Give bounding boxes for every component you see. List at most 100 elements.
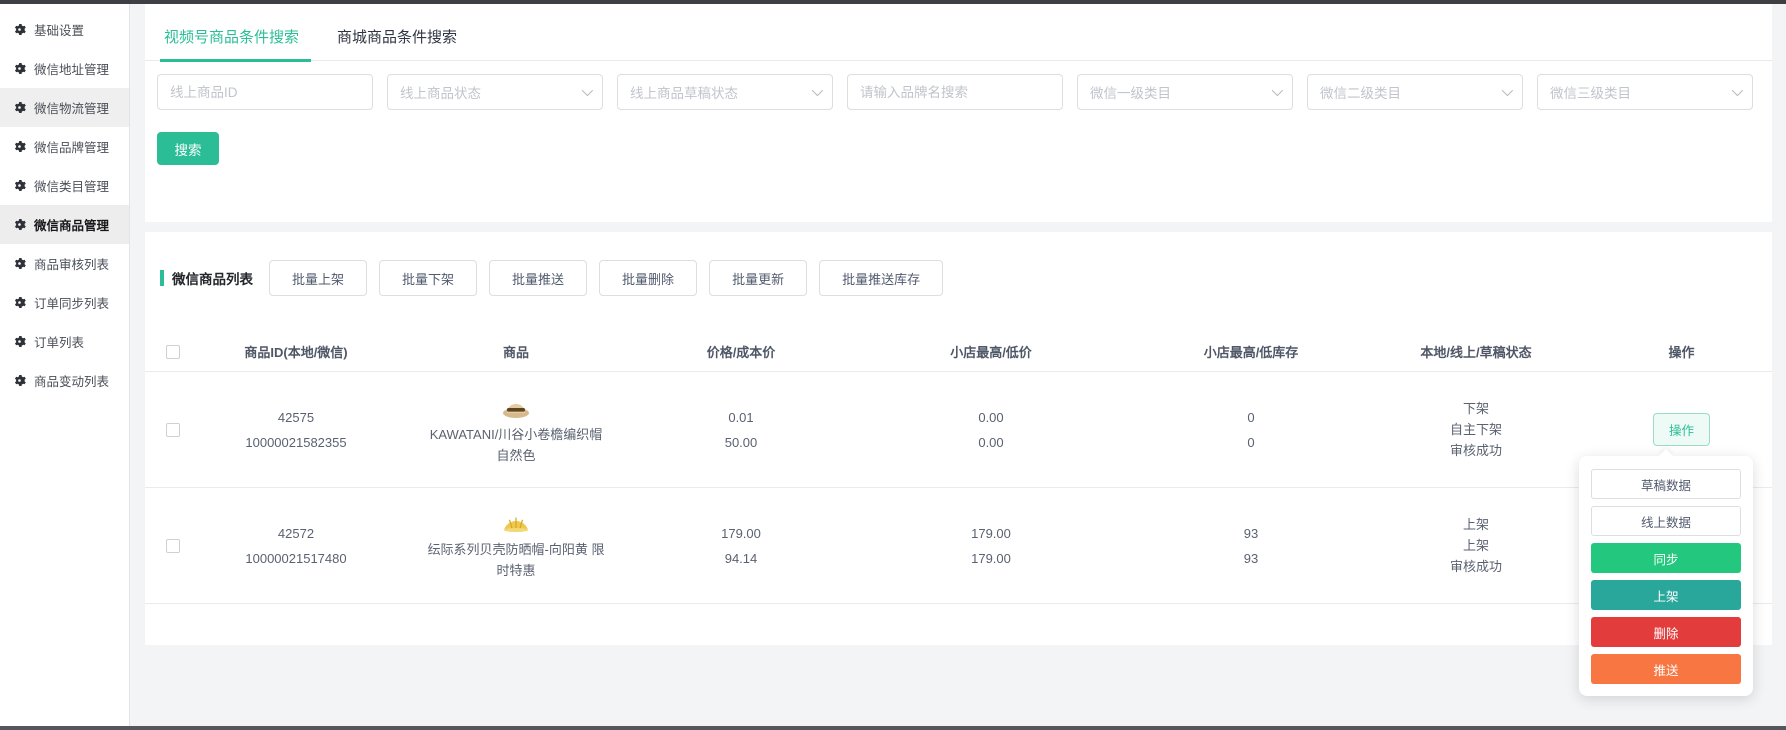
sidebar-item-label: 商品变动列表 bbox=[34, 375, 110, 389]
status-online: 自主下架 bbox=[1449, 422, 1502, 437]
menu-item-push[interactable]: 推送 bbox=[1591, 654, 1741, 684]
status-online: 上架 bbox=[1462, 538, 1489, 553]
gear-icon bbox=[14, 24, 26, 35]
gear-icon bbox=[14, 375, 26, 386]
wechat-id: 10000021582355 bbox=[245, 434, 347, 450]
chevron-down-icon bbox=[1271, 84, 1284, 97]
table-header-row: 商品ID(本地/微信) 商品 价格/成本价 小店最高/低价 小店最高/低库存 本… bbox=[145, 332, 1772, 372]
menu-item-sync[interactable]: 同步 bbox=[1591, 543, 1741, 573]
status-cell: 上架 上架 审核成功 bbox=[1361, 514, 1591, 577]
product-cell: 纭际系列贝壳防晒帽-向阳黄 限时特惠 bbox=[391, 511, 641, 581]
gear-icon bbox=[14, 180, 26, 191]
wechat-cat1-select[interactable]: 微信一级类目 bbox=[1077, 74, 1293, 110]
product-image-shell-sunhat bbox=[503, 517, 529, 532]
batch-delete-button[interactable]: 批量删除 bbox=[599, 260, 698, 296]
tab-mall-product-search[interactable]: 商城商品条件搜索 bbox=[337, 26, 457, 60]
row-action-button[interactable]: 操作 bbox=[1652, 413, 1710, 446]
batch-update-button[interactable]: 批量更新 bbox=[709, 260, 808, 296]
app-layout: 基础设置 微信地址管理 微信物流管理 微信品牌管理 微信类目管理 微信商品管理 … bbox=[0, 4, 1786, 726]
cost: 94.14 bbox=[724, 550, 758, 566]
tab-video-product-search[interactable]: 视频号商品条件搜索 bbox=[159, 26, 312, 62]
stock-low: 93 bbox=[1243, 550, 1259, 566]
gear-icon bbox=[14, 141, 26, 152]
actions-cell: 操作 bbox=[1591, 413, 1772, 446]
chevron-down-icon bbox=[1731, 84, 1744, 97]
cost: 50.00 bbox=[724, 434, 758, 450]
sidebar-item-label: 微信品牌管理 bbox=[34, 141, 110, 155]
product-list-card: 微信商品列表 批量上架 批量下架 批量推送 批量删除 批量更新 批量推送库存 商… bbox=[145, 232, 1772, 645]
status-draft: 审核成功 bbox=[1449, 443, 1502, 458]
sidebar-item-wechat-product[interactable]: 微信商品管理 bbox=[0, 205, 129, 244]
table-row: 42575 10000021582355 KAWATANI/川谷小卷檐编织帽 自… bbox=[145, 372, 1772, 488]
price: 0.01 bbox=[728, 409, 754, 425]
product-id-cell: 42572 10000021517480 bbox=[201, 521, 391, 571]
price-cost-cell: 179.00 94.14 bbox=[641, 521, 841, 571]
sidebar-item-label: 商品审核列表 bbox=[34, 258, 110, 272]
sidebar-item-order-sync[interactable]: 订单同步列表 bbox=[0, 283, 129, 322]
section-accent-bar bbox=[160, 270, 164, 286]
wechat-cat2-select[interactable]: 微信二级类目 bbox=[1307, 74, 1523, 110]
shop-high: 179.00 bbox=[971, 525, 1011, 541]
sidebar-item-label: 基础设置 bbox=[34, 24, 85, 38]
sidebar-item-wechat-category[interactable]: 微信类目管理 bbox=[0, 166, 129, 205]
local-id: 42572 bbox=[277, 525, 315, 541]
shop-price-cell: 0.00 0.00 bbox=[841, 405, 1141, 455]
batch-push-stock-button[interactable]: 批量推送库存 bbox=[819, 260, 944, 296]
tab-bar: 视频号商品条件搜索 商城商品条件搜索 bbox=[145, 4, 1772, 62]
product-id-cell: 42575 10000021582355 bbox=[201, 405, 391, 455]
wechat-cat3-select[interactable]: 微信三级类目 bbox=[1537, 74, 1753, 110]
col-price-cost: 价格/成本价 bbox=[706, 345, 776, 360]
sidebar-item-wechat-address[interactable]: 微信地址管理 bbox=[0, 49, 129, 88]
shop-high: 0.00 bbox=[978, 409, 1004, 425]
list-header: 微信商品列表 批量上架 批量下架 批量推送 批量删除 批量更新 批量推送库存 bbox=[145, 260, 1772, 296]
col-product: 商品 bbox=[502, 345, 529, 360]
sidebar-item-wechat-logistics[interactable]: 微信物流管理 bbox=[0, 88, 129, 127]
select-all-checkbox[interactable] bbox=[166, 345, 180, 360]
draft-status-value: 线上商品草稿状态 bbox=[630, 86, 738, 101]
shop-low: 179.00 bbox=[971, 550, 1011, 566]
wechat-cat3-value: 微信三级类目 bbox=[1550, 86, 1631, 101]
brand-search-input[interactable] bbox=[860, 84, 1050, 100]
row-checkbox[interactable] bbox=[166, 423, 180, 438]
sidebar-item-product-review[interactable]: 商品审核列表 bbox=[0, 244, 129, 283]
menu-item-onshelf[interactable]: 上架 bbox=[1591, 580, 1741, 610]
table-row: 42572 10000021517480 纭际系列贝壳防晒帽-向阳黄 限时特惠 … bbox=[145, 488, 1772, 604]
row-checkbox[interactable] bbox=[166, 539, 180, 554]
status-local: 下架 bbox=[1462, 401, 1489, 416]
batch-push-button[interactable]: 批量推送 bbox=[489, 260, 588, 296]
sidebar-item-basic-settings[interactable]: 基础设置 bbox=[0, 10, 129, 49]
stock-low: 0 bbox=[1247, 434, 1255, 450]
local-id: 42575 bbox=[277, 409, 315, 425]
search-button[interactable]: 搜索 bbox=[157, 132, 219, 165]
sidebar-item-wechat-brand[interactable]: 微信品牌管理 bbox=[0, 127, 129, 166]
brand-search-field bbox=[847, 74, 1063, 110]
online-status-value: 线上商品状态 bbox=[400, 86, 481, 101]
status-local: 上架 bbox=[1462, 517, 1489, 532]
menu-item-delete[interactable]: 删除 bbox=[1591, 617, 1741, 647]
stock-high: 93 bbox=[1243, 525, 1259, 541]
online-status-select[interactable]: 线上商品状态 bbox=[387, 74, 603, 110]
col-status: 本地/线上/草稿状态 bbox=[1420, 345, 1532, 360]
col-shop-price: 小店最高/低价 bbox=[950, 345, 1032, 360]
chevron-down-icon bbox=[581, 84, 594, 97]
sidebar-item-product-change[interactable]: 商品变动列表 bbox=[0, 361, 129, 400]
gear-icon bbox=[14, 219, 26, 230]
col-product-id: 商品ID(本地/微信) bbox=[244, 345, 348, 360]
batch-offshelf-button[interactable]: 批量下架 bbox=[379, 260, 478, 296]
menu-item-draft-data[interactable]: 草稿数据 bbox=[1591, 469, 1741, 499]
wechat-cat1-value: 微信一级类目 bbox=[1090, 86, 1171, 101]
shop-stock-cell: 93 93 bbox=[1141, 521, 1361, 571]
draft-status-select[interactable]: 线上商品草稿状态 bbox=[617, 74, 833, 110]
sidebar-item-label: 微信地址管理 bbox=[34, 63, 110, 77]
sidebar-item-order-list[interactable]: 订单列表 bbox=[0, 322, 129, 361]
main-content: 视频号商品条件搜索 商城商品条件搜索 线上商品状态 线上商品草稿状态 bbox=[130, 4, 1786, 726]
online-product-id-input[interactable] bbox=[170, 84, 360, 100]
gear-icon bbox=[14, 102, 26, 113]
sidebar: 基础设置 微信地址管理 微信物流管理 微信品牌管理 微信类目管理 微信商品管理 … bbox=[0, 4, 130, 726]
batch-onshelf-button[interactable]: 批量上架 bbox=[269, 260, 368, 296]
menu-item-online-data[interactable]: 线上数据 bbox=[1591, 506, 1741, 536]
filter-row: 线上商品状态 线上商品草稿状态 微信一级类目 微信二级类目 bbox=[157, 74, 1772, 110]
shop-price-cell: 179.00 179.00 bbox=[841, 521, 1141, 571]
sidebar-item-label: 订单同步列表 bbox=[34, 297, 110, 311]
chevron-down-icon bbox=[1501, 84, 1514, 97]
